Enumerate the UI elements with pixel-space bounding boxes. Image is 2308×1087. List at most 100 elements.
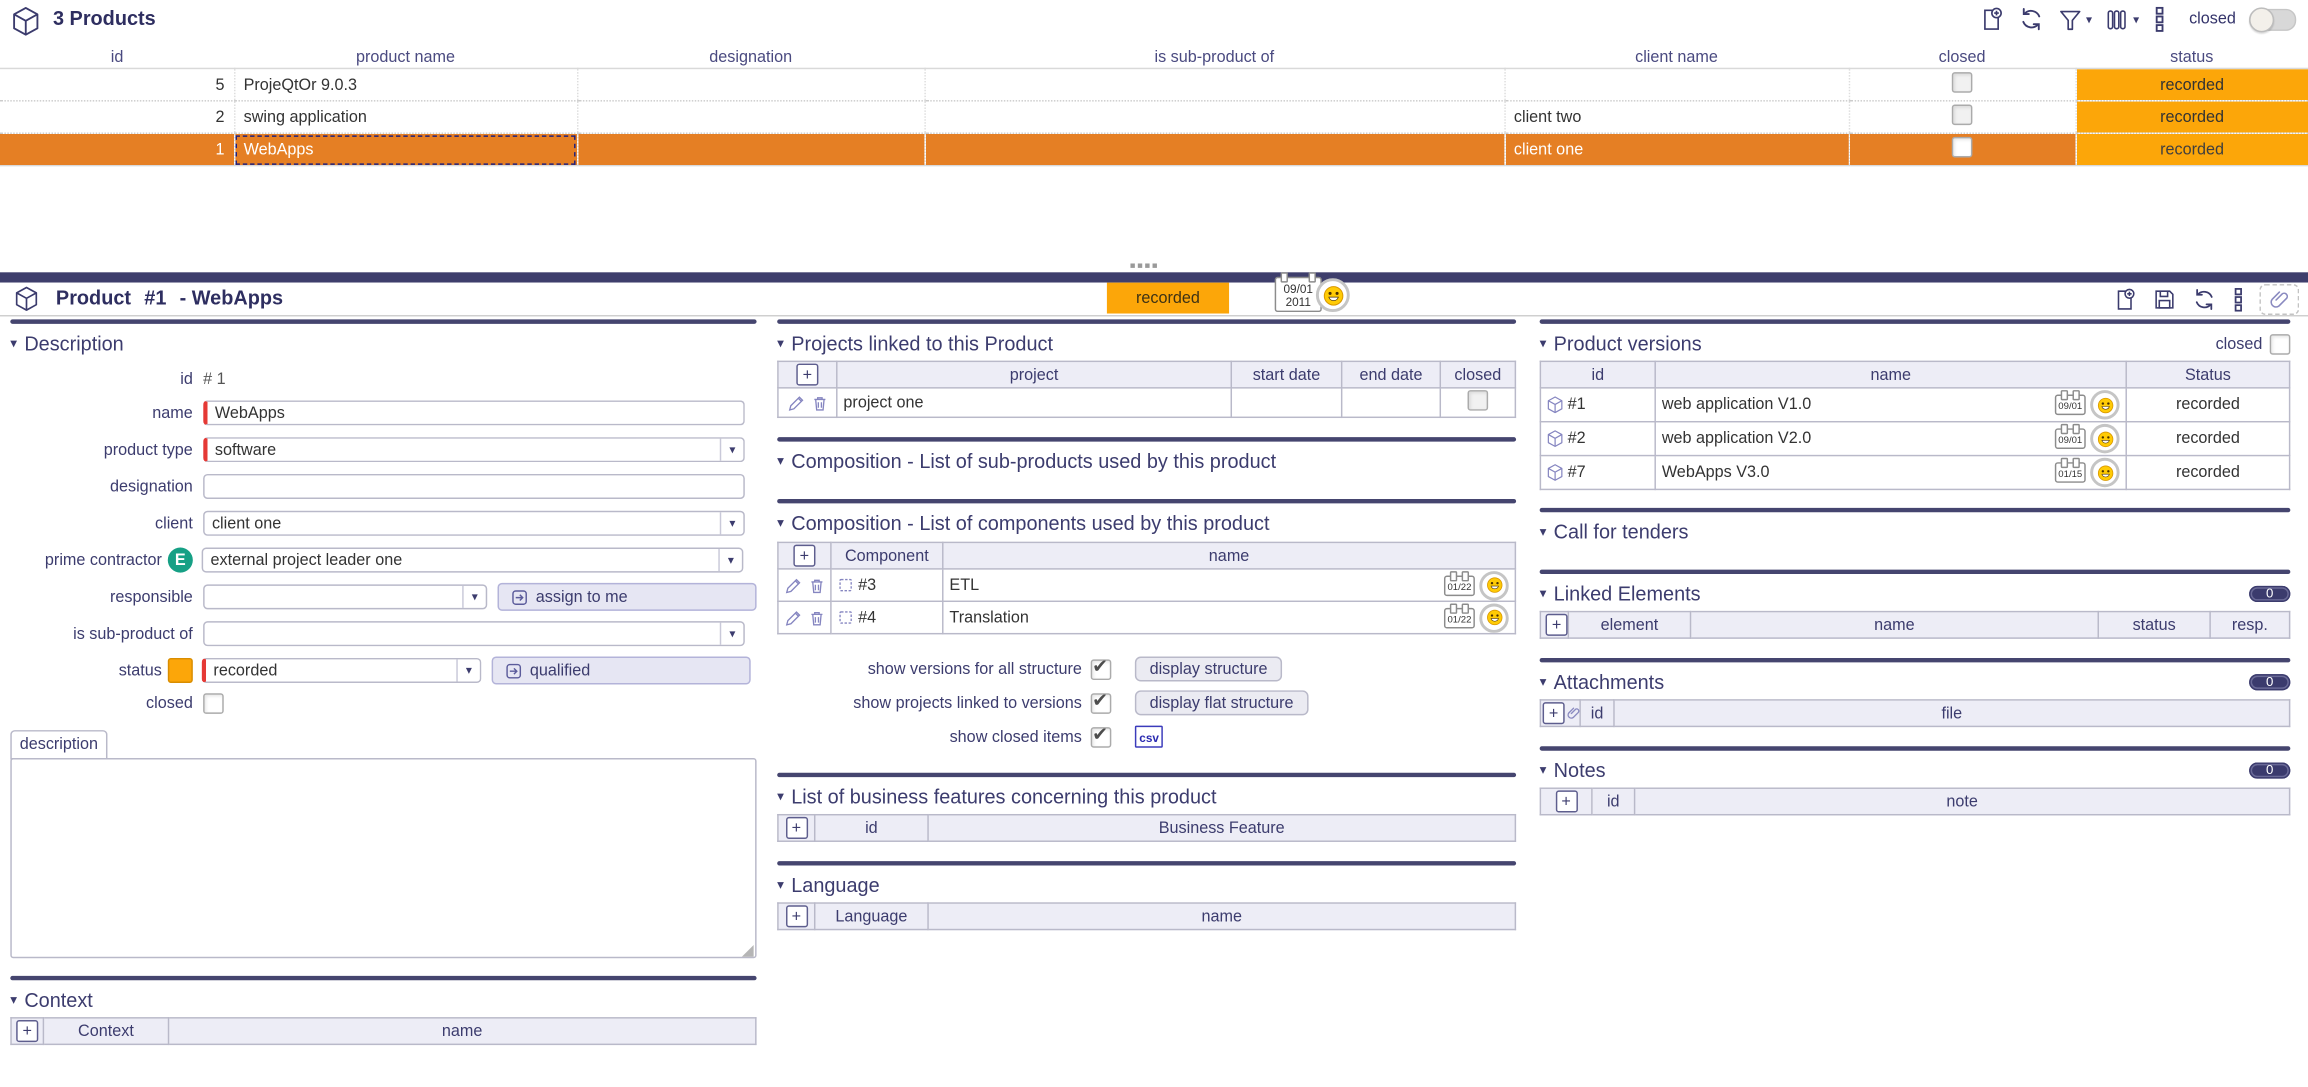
col-header-status[interactable]: status	[2075, 46, 2308, 69]
collapse-icon[interactable]: ▾	[777, 455, 784, 468]
table-row-selected[interactable]: 1 WebApps client one recorded	[0, 133, 2308, 165]
cell-product-name[interactable]: WebApps	[234, 133, 577, 165]
add-project-link-button[interactable]: +	[796, 364, 818, 386]
delete-icon[interactable]	[807, 609, 825, 627]
cell-component-name[interactable]: ETL	[949, 576, 1439, 594]
cell-version-id[interactable]: #1	[1568, 396, 1586, 414]
filter-icon[interactable]: ▾	[2058, 7, 2092, 32]
delete-icon[interactable]	[810, 394, 828, 412]
panel-resize-grip[interactable]	[1130, 263, 1156, 267]
table-row[interactable]: #2 web application V2.0 09/01 recorded	[1540, 422, 2289, 456]
client-select[interactable]: client one ▾	[203, 511, 745, 536]
designation-field[interactable]	[203, 474, 745, 499]
mood-smiley-icon[interactable]	[1479, 603, 1508, 632]
collapse-icon[interactable]: ▾	[1540, 337, 1547, 350]
cell-version-id[interactable]: #7	[1568, 464, 1586, 482]
table-row[interactable]: 2 swing application client two recorded	[0, 101, 2308, 133]
closed-checkbox[interactable]	[1952, 137, 1973, 158]
more-menu-icon[interactable]	[2152, 6, 2167, 32]
add-icon[interactable]	[2112, 287, 2137, 312]
closed-checkbox[interactable]	[1952, 105, 1973, 126]
assign-to-me-button[interactable]: assign to me	[498, 583, 757, 611]
tab-description[interactable]: description	[10, 730, 107, 759]
refresh-icon[interactable]	[2018, 6, 2044, 32]
table-row[interactable]: 5 ProjeQtOr 9.0.3 recorded	[0, 68, 2308, 100]
add-business-feature-button[interactable]: +	[785, 817, 807, 839]
add-language-button[interactable]: +	[785, 905, 807, 927]
responsible-select[interactable]: ▾	[203, 584, 487, 609]
description-textarea[interactable]	[10, 758, 756, 958]
col-header-product-name[interactable]: product name	[234, 46, 577, 69]
collapse-icon[interactable]: ▾	[777, 517, 784, 530]
cell-product-name[interactable]: swing application	[234, 101, 577, 133]
table-row[interactable]: #1 web application V1.0 09/01 recorded	[1540, 388, 2289, 422]
mood-smiley-icon[interactable]	[1316, 278, 1350, 312]
cell-client[interactable]: client one	[1504, 133, 1848, 165]
collapse-icon[interactable]: ▾	[1540, 676, 1547, 689]
calendar-icon[interactable]: 09/01	[2055, 428, 2086, 449]
collapse-icon[interactable]: ▾	[10, 994, 17, 1007]
closed-checkbox[interactable]	[1952, 72, 1973, 93]
cell-version-name[interactable]: web application V1.0	[1662, 396, 2051, 414]
add-note-button[interactable]: +	[1555, 790, 1577, 812]
product-type-select[interactable]: software ▾	[203, 437, 745, 462]
cell-designation[interactable]	[577, 68, 924, 100]
col-header-sub-product[interactable]: is sub-product of	[924, 46, 1504, 69]
table-row[interactable]: #7 WebApps V3.0 01/15 recorded	[1540, 456, 2289, 490]
cell-sub-product[interactable]	[924, 68, 1504, 100]
collapse-icon[interactable]: ▾	[777, 790, 784, 803]
closed-checkbox[interactable]	[203, 693, 224, 714]
col-header-id[interactable]: id	[0, 46, 234, 69]
calendar-icon[interactable]: 01/22	[1444, 607, 1475, 628]
closed-checkbox[interactable]	[1468, 390, 1489, 411]
status-select[interactable]: recorded ▾	[202, 658, 482, 683]
cell-sub-product[interactable]	[924, 101, 1504, 133]
add-product-icon[interactable]	[1979, 6, 2005, 32]
edit-icon[interactable]	[784, 609, 802, 627]
calendar-icon[interactable]: 01/22	[1444, 575, 1475, 596]
cell-designation[interactable]	[577, 101, 924, 133]
add-linked-element-button[interactable]: +	[1546, 614, 1568, 636]
csv-export-icon[interactable]: csv	[1135, 726, 1163, 748]
cell-project[interactable]: project one	[837, 388, 1231, 417]
col-header-closed[interactable]: closed	[1849, 46, 2076, 69]
delete-icon[interactable]	[807, 576, 825, 594]
prime-contractor-select[interactable]: external project leader one ▾	[202, 548, 744, 573]
mood-smiley-icon[interactable]	[2090, 390, 2119, 419]
add-attachment-button[interactable]: +	[1543, 702, 1565, 724]
collapse-icon[interactable]: ▾	[1540, 764, 1547, 777]
show-projects-checkbox[interactable]	[1091, 693, 1112, 714]
save-icon[interactable]	[2152, 287, 2177, 312]
resize-handle[interactable]	[742, 945, 754, 957]
calendar-icon[interactable]: 01/15	[2055, 462, 2086, 483]
cell-component-id[interactable]: #4	[858, 609, 876, 627]
link-icon[interactable]	[1566, 705, 1581, 721]
collapse-icon[interactable]: ▾	[777, 879, 784, 892]
cell-id[interactable]: 2	[0, 101, 234, 133]
collapse-icon[interactable]: ▾	[1540, 587, 1547, 600]
cell-component-name[interactable]: Translation	[949, 609, 1439, 627]
name-field[interactable]: WebApps	[203, 400, 745, 425]
cell-client[interactable]	[1504, 68, 1848, 100]
edit-icon[interactable]	[787, 394, 805, 412]
collapse-icon[interactable]: ▾	[1540, 525, 1547, 538]
cell-component-id[interactable]: #3	[858, 576, 876, 594]
cell-version-name[interactable]: web application V2.0	[1662, 430, 2051, 448]
mood-smiley-icon[interactable]	[1479, 570, 1508, 599]
show-versions-checkbox[interactable]	[1091, 659, 1112, 680]
attachment-dropzone[interactable]	[2259, 284, 2299, 315]
columns-icon[interactable]: ▾	[2105, 7, 2139, 32]
cell-id[interactable]: 1	[0, 133, 234, 165]
mood-smiley-icon[interactable]	[2090, 424, 2119, 453]
col-header-client-name[interactable]: client name	[1504, 46, 1848, 69]
sub-product-select[interactable]: ▾	[203, 621, 745, 646]
add-component-button[interactable]: +	[793, 545, 815, 567]
more-menu-icon[interactable]	[2231, 287, 2244, 312]
collapse-icon[interactable]: ▾	[10, 337, 17, 350]
status-date-calendar-icon[interactable]: 09/01 2011	[1275, 277, 1322, 312]
cell-sub-product[interactable]	[924, 133, 1504, 165]
qualified-button[interactable]: qualified	[492, 656, 751, 684]
avatar[interactable]: E	[168, 548, 193, 573]
add-context-button[interactable]: +	[16, 1020, 38, 1042]
cell-id[interactable]: 5	[0, 68, 234, 100]
